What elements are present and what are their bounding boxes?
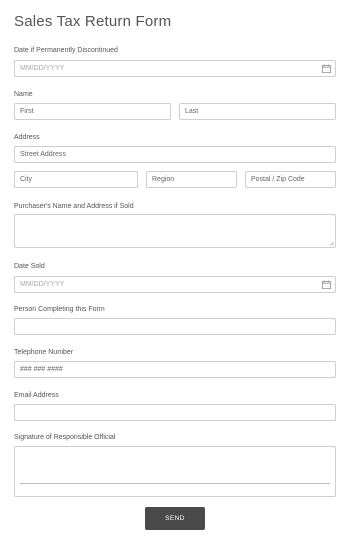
resize-handle-icon[interactable] — [329, 241, 334, 246]
telephone-field[interactable]: ### ### #### — [14, 361, 336, 378]
address-label: Address — [14, 134, 40, 141]
street-address-field[interactable]: Street Address — [14, 146, 336, 163]
first-name-field[interactable]: First — [14, 103, 171, 120]
city-field[interactable]: City — [14, 171, 138, 188]
email-label: Email Address — [14, 392, 59, 399]
telephone-label: Telephone Number — [14, 349, 74, 356]
region-field[interactable]: Region — [146, 171, 237, 188]
postal-code-field[interactable]: Postal / Zip Code — [245, 171, 336, 188]
page-title: Sales Tax Return Form — [14, 13, 172, 30]
discontinued-date-label: Date if Permanently Discontinued — [14, 47, 118, 54]
send-button[interactable]: SEND — [145, 507, 205, 530]
person-completing-label: Person Completing this Form — [14, 306, 105, 313]
calendar-icon[interactable] — [322, 280, 331, 289]
name-label: Name — [14, 91, 33, 98]
signature-line — [20, 483, 330, 484]
signature-label: Signature of Responsible Official — [14, 434, 116, 441]
email-field[interactable] — [14, 404, 336, 421]
calendar-icon[interactable] — [322, 64, 331, 73]
signature-pad[interactable] — [14, 446, 336, 497]
discontinued-date-placeholder: MM/DD/YYYY — [20, 65, 65, 72]
last-name-field[interactable]: Last — [179, 103, 336, 120]
date-sold-placeholder: MM/DD/YYYY — [20, 281, 65, 288]
date-sold-field[interactable]: MM/DD/YYYY — [14, 276, 336, 293]
purchaser-textarea[interactable] — [14, 214, 336, 248]
discontinued-date-field[interactable]: MM/DD/YYYY — [14, 60, 336, 77]
date-sold-label: Date Sold — [14, 263, 45, 270]
person-completing-field[interactable] — [14, 318, 336, 335]
purchaser-label: Purchaser's Name and Address if Sold — [14, 203, 134, 210]
